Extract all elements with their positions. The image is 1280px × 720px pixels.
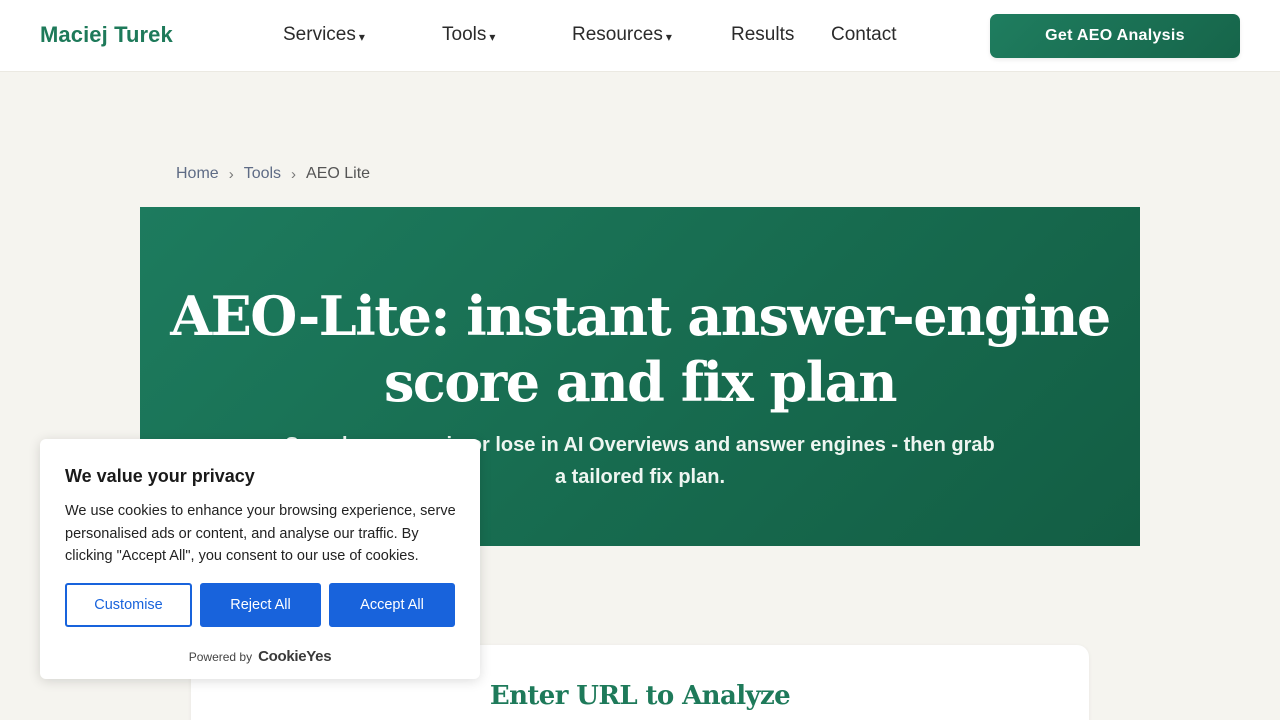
powered-by: Powered by CookieYes bbox=[40, 648, 480, 665]
nav-services[interactable]: Services ▾ bbox=[283, 24, 365, 46]
customise-button[interactable]: Customise bbox=[65, 583, 192, 627]
reject-all-button[interactable]: Reject All bbox=[200, 583, 321, 627]
page-title: AEO-Lite: instant answer-engine score an… bbox=[170, 284, 1111, 414]
accept-all-button[interactable]: Accept All bbox=[329, 583, 455, 627]
nav-tools-label: Tools bbox=[442, 24, 487, 45]
nav-contact-label: Contact bbox=[831, 24, 897, 45]
get-aeo-analysis-button[interactable]: Get AEO Analysis bbox=[990, 14, 1240, 58]
breadcrumb-separator: › bbox=[291, 165, 297, 183]
nav-services-label: Services bbox=[283, 24, 356, 45]
breadcrumb-home[interactable]: Home bbox=[176, 165, 219, 183]
breadcrumb-separator: › bbox=[228, 165, 234, 183]
chevron-down-icon: ▾ bbox=[358, 30, 365, 44]
breadcrumb-current: AEO Lite bbox=[306, 165, 371, 182]
nav-contact[interactable]: Contact bbox=[831, 24, 896, 46]
site-header: Maciej Turek Services ▾ Tools ▾ Resources ▾… bbox=[0, 0, 1280, 72]
analyze-card-title: Enter URL to Analyze bbox=[489, 681, 791, 711]
breadcrumb: Home › Tools › AEO Lite bbox=[176, 165, 370, 183]
site-logo[interactable]: Maciej Turek bbox=[40, 22, 173, 48]
nav-results-label: Results bbox=[731, 24, 795, 45]
chevron-down-icon: ▾ bbox=[665, 30, 672, 44]
nav-results[interactable]: Results bbox=[731, 24, 794, 46]
nav-resources-label: Resources bbox=[572, 24, 663, 45]
cookie-title: We value your privacy bbox=[65, 466, 255, 486]
chevron-down-icon: ▾ bbox=[489, 30, 496, 44]
cookie-text: We use cookies to enhance your browsing … bbox=[65, 503, 456, 564]
cookie-consent-banner: We value your privacy We use cookies to … bbox=[40, 439, 480, 679]
powered-by-label: Powered by bbox=[188, 649, 253, 664]
breadcrumb-tools[interactable]: Tools bbox=[244, 165, 281, 183]
nav-tools[interactable]: Tools ▾ bbox=[442, 24, 495, 46]
nav-resources[interactable]: Resources ▾ bbox=[572, 24, 672, 46]
cookieyes-logo[interactable]: CookieYes bbox=[258, 648, 331, 665]
